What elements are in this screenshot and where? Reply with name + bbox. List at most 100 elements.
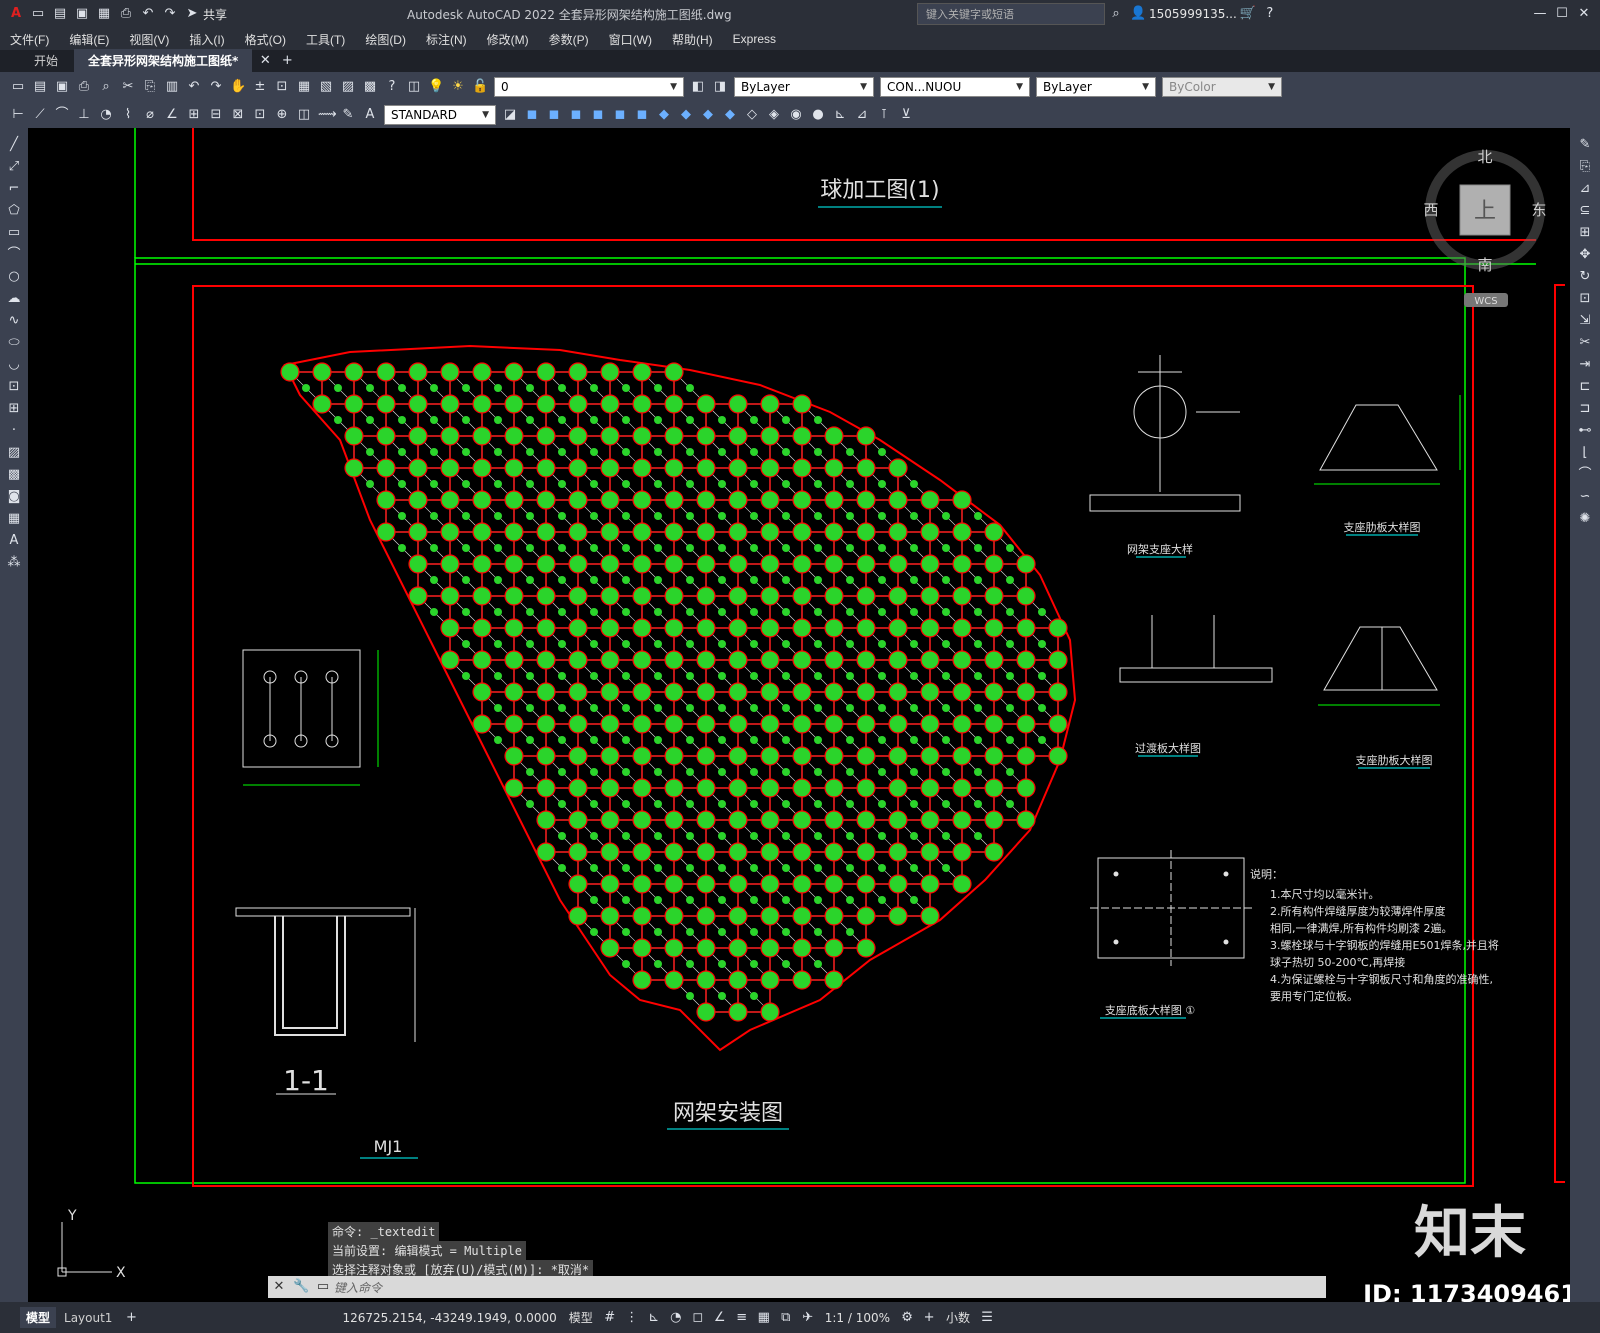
ordinate-icon[interactable]: ⊥ (76, 107, 92, 123)
plotstyle-dropdown[interactable]: ByColor ▼ (1162, 77, 1282, 97)
menu-item-4[interactable]: 格式(O) (235, 31, 296, 48)
menu-item-1[interactable]: 编辑(E) (59, 31, 119, 48)
otrack-icon[interactable]: ∠ (712, 1310, 728, 1326)
arc-length-icon[interactable]: ⌒ (54, 107, 70, 123)
ucs-previous-icon[interactable]: ⊺ (876, 107, 892, 123)
open-icon[interactable]: ▤ (32, 79, 48, 95)
help-icon[interactable]: ? (384, 79, 400, 95)
insert-block-icon[interactable]: ⊡ (6, 379, 22, 395)
view-sw-icon[interactable]: ◆ (656, 107, 672, 123)
table-icon[interactable]: ▦ (6, 511, 22, 527)
jogged-icon[interactable]: ⌇ (120, 107, 136, 123)
polyline-icon[interactable]: ⌐ (6, 181, 22, 197)
layout-tab-model[interactable]: 模型 (20, 1307, 57, 1328)
drawing-canvas[interactable]: 球加工图(1) 网架安装图 网架支座大样 支座肋板大样图 支座肋板大样图 过渡板… (28, 128, 1570, 1302)
break-icon[interactable]: ⊐ (1577, 401, 1593, 417)
menu-item-0[interactable]: 文件(F) (0, 31, 59, 48)
layer-previous-icon[interactable]: ◨ (712, 79, 728, 95)
ucs-face-icon[interactable]: ⊻ (898, 107, 914, 123)
center-mark-icon[interactable]: ⊕ (274, 107, 290, 123)
scale-icon[interactable]: ⊡ (1577, 291, 1593, 307)
transparency-icon[interactable]: ▦ (756, 1310, 772, 1326)
ucs-icon[interactable]: ⊾ (832, 107, 848, 123)
new-icon[interactable]: ▭ (10, 79, 26, 95)
lineweight-dropdown[interactable]: ByLayer ▼ (1036, 77, 1156, 97)
inspect-icon[interactable]: ◫ (296, 107, 312, 123)
model-space-button[interactable]: 模型 (569, 1309, 593, 1326)
aligned-dim-icon[interactable]: ⟋ (32, 107, 48, 123)
layer-thaw-icon[interactable]: ☀ (450, 79, 466, 95)
coordinates-readout[interactable]: 126725.2154, -43249.1949, 0.0000 (342, 1311, 556, 1325)
fillet-icon[interactable]: ⌒ (1577, 467, 1593, 483)
calculator-icon[interactable]: ▩ (362, 79, 378, 95)
hatch-icon[interactable]: ▨ (6, 445, 22, 461)
explode-icon[interactable]: ✺ (1577, 511, 1593, 527)
new-layout-icon[interactable]: + (123, 1310, 139, 1326)
zoom-window-icon[interactable]: ⊡ (274, 79, 290, 95)
copy-object-icon[interactable]: ⎘ (1577, 159, 1593, 175)
open-file-icon[interactable]: ▤ (52, 6, 68, 22)
layer-properties-icon[interactable]: ◫ (406, 79, 422, 95)
mirror-icon[interactable]: ⊿ (1577, 181, 1593, 197)
grid-icon[interactable]: # (602, 1310, 618, 1326)
construction-line-icon[interactable]: ⤢ (6, 159, 22, 175)
join-icon[interactable]: ⊷ (1577, 423, 1593, 439)
menu-item-12[interactable]: Express (723, 32, 786, 46)
annotation-visibility-icon[interactable]: ✈ (800, 1310, 816, 1326)
add-icon[interactable]: + (921, 1310, 937, 1326)
layer-dropdown[interactable]: 0 ▼ (494, 77, 684, 97)
osnap-icon[interactable]: ◻ (690, 1310, 706, 1326)
arc-icon[interactable]: ⌒ (6, 247, 22, 263)
tool-palettes-icon[interactable]: ▨ (340, 79, 356, 95)
make-current-icon[interactable]: ◧ (690, 79, 706, 95)
dim-style-icon[interactable]: ◪ (502, 107, 518, 123)
diameter-icon[interactable]: ⌀ (142, 107, 158, 123)
view-top-icon[interactable]: ◼ (524, 107, 540, 123)
preview-icon[interactable]: ⌕ (98, 79, 114, 95)
search-input[interactable]: 键入关键字或短语 (917, 3, 1106, 25)
visual-style-wire-icon[interactable]: ◇ (744, 107, 760, 123)
annotation-scale[interactable]: 1:1 / 100% (825, 1311, 890, 1325)
redo-icon[interactable]: ↷ (162, 6, 178, 22)
dim-edit-icon[interactable]: ✎ (340, 107, 356, 123)
view-se-icon[interactable]: ◆ (678, 107, 694, 123)
selection-cycling-icon[interactable]: ⧉ (778, 1310, 794, 1326)
save-icon[interactable]: ▣ (74, 6, 90, 22)
ucs-world-icon[interactable]: ⊿ (854, 107, 870, 123)
menu-item-7[interactable]: 标注(N) (416, 31, 477, 48)
minimize-icon[interactable]: — (1532, 6, 1548, 22)
view-back-icon[interactable]: ◼ (634, 107, 650, 123)
units-readout[interactable]: 小数 (946, 1309, 970, 1326)
quick-dim-icon[interactable]: ⊞ (186, 107, 202, 123)
tab-start[interactable]: 开始 (20, 49, 72, 72)
wcs-label[interactable]: WCS (1474, 296, 1497, 307)
mtext-icon[interactable]: A (6, 533, 22, 549)
erase-icon[interactable]: ✎ (1577, 137, 1593, 153)
menu-item-2[interactable]: 视图(V) (119, 31, 179, 48)
region-icon[interactable]: ◙ (6, 489, 22, 505)
ellipse-arc-icon[interactable]: ◡ (6, 357, 22, 373)
extend-icon[interactable]: ⇥ (1577, 357, 1593, 373)
menu-item-10[interactable]: 窗口(W) (599, 31, 662, 48)
paste-icon[interactable]: ▥ (164, 79, 180, 95)
close-icon[interactable]: ✕ (1576, 6, 1592, 22)
menu-item-9[interactable]: 参数(P) (539, 31, 599, 48)
save-icon[interactable]: ▣ (54, 79, 70, 95)
share-icon[interactable]: ➤ (184, 6, 200, 22)
menu-item-11[interactable]: 帮助(H) (662, 31, 723, 48)
lineweight-icon[interactable]: ≡ (734, 1310, 750, 1326)
cut-icon[interactable]: ✂ (120, 79, 136, 95)
array-icon[interactable]: ⊞ (1577, 225, 1593, 241)
break-point-icon[interactable]: ⊏ (1577, 379, 1593, 395)
menu-item-6[interactable]: 绘图(D) (355, 31, 416, 48)
menu-item-3[interactable]: 插入(I) (179, 31, 234, 48)
linear-dim-icon[interactable]: ⊢ (10, 107, 26, 123)
ortho-icon[interactable]: ⊾ (646, 1310, 662, 1326)
visual-style-conceptual-icon[interactable]: ● (810, 107, 826, 123)
view-ne-icon[interactable]: ◆ (700, 107, 716, 123)
copy-icon[interactable]: ⎘ (142, 79, 158, 95)
continue-icon[interactable]: ⊠ (230, 107, 246, 123)
command-input[interactable]: 键入命令 (334, 1279, 382, 1296)
rectangle-icon[interactable]: ▭ (6, 225, 22, 241)
point-icon[interactable]: · (6, 423, 22, 439)
